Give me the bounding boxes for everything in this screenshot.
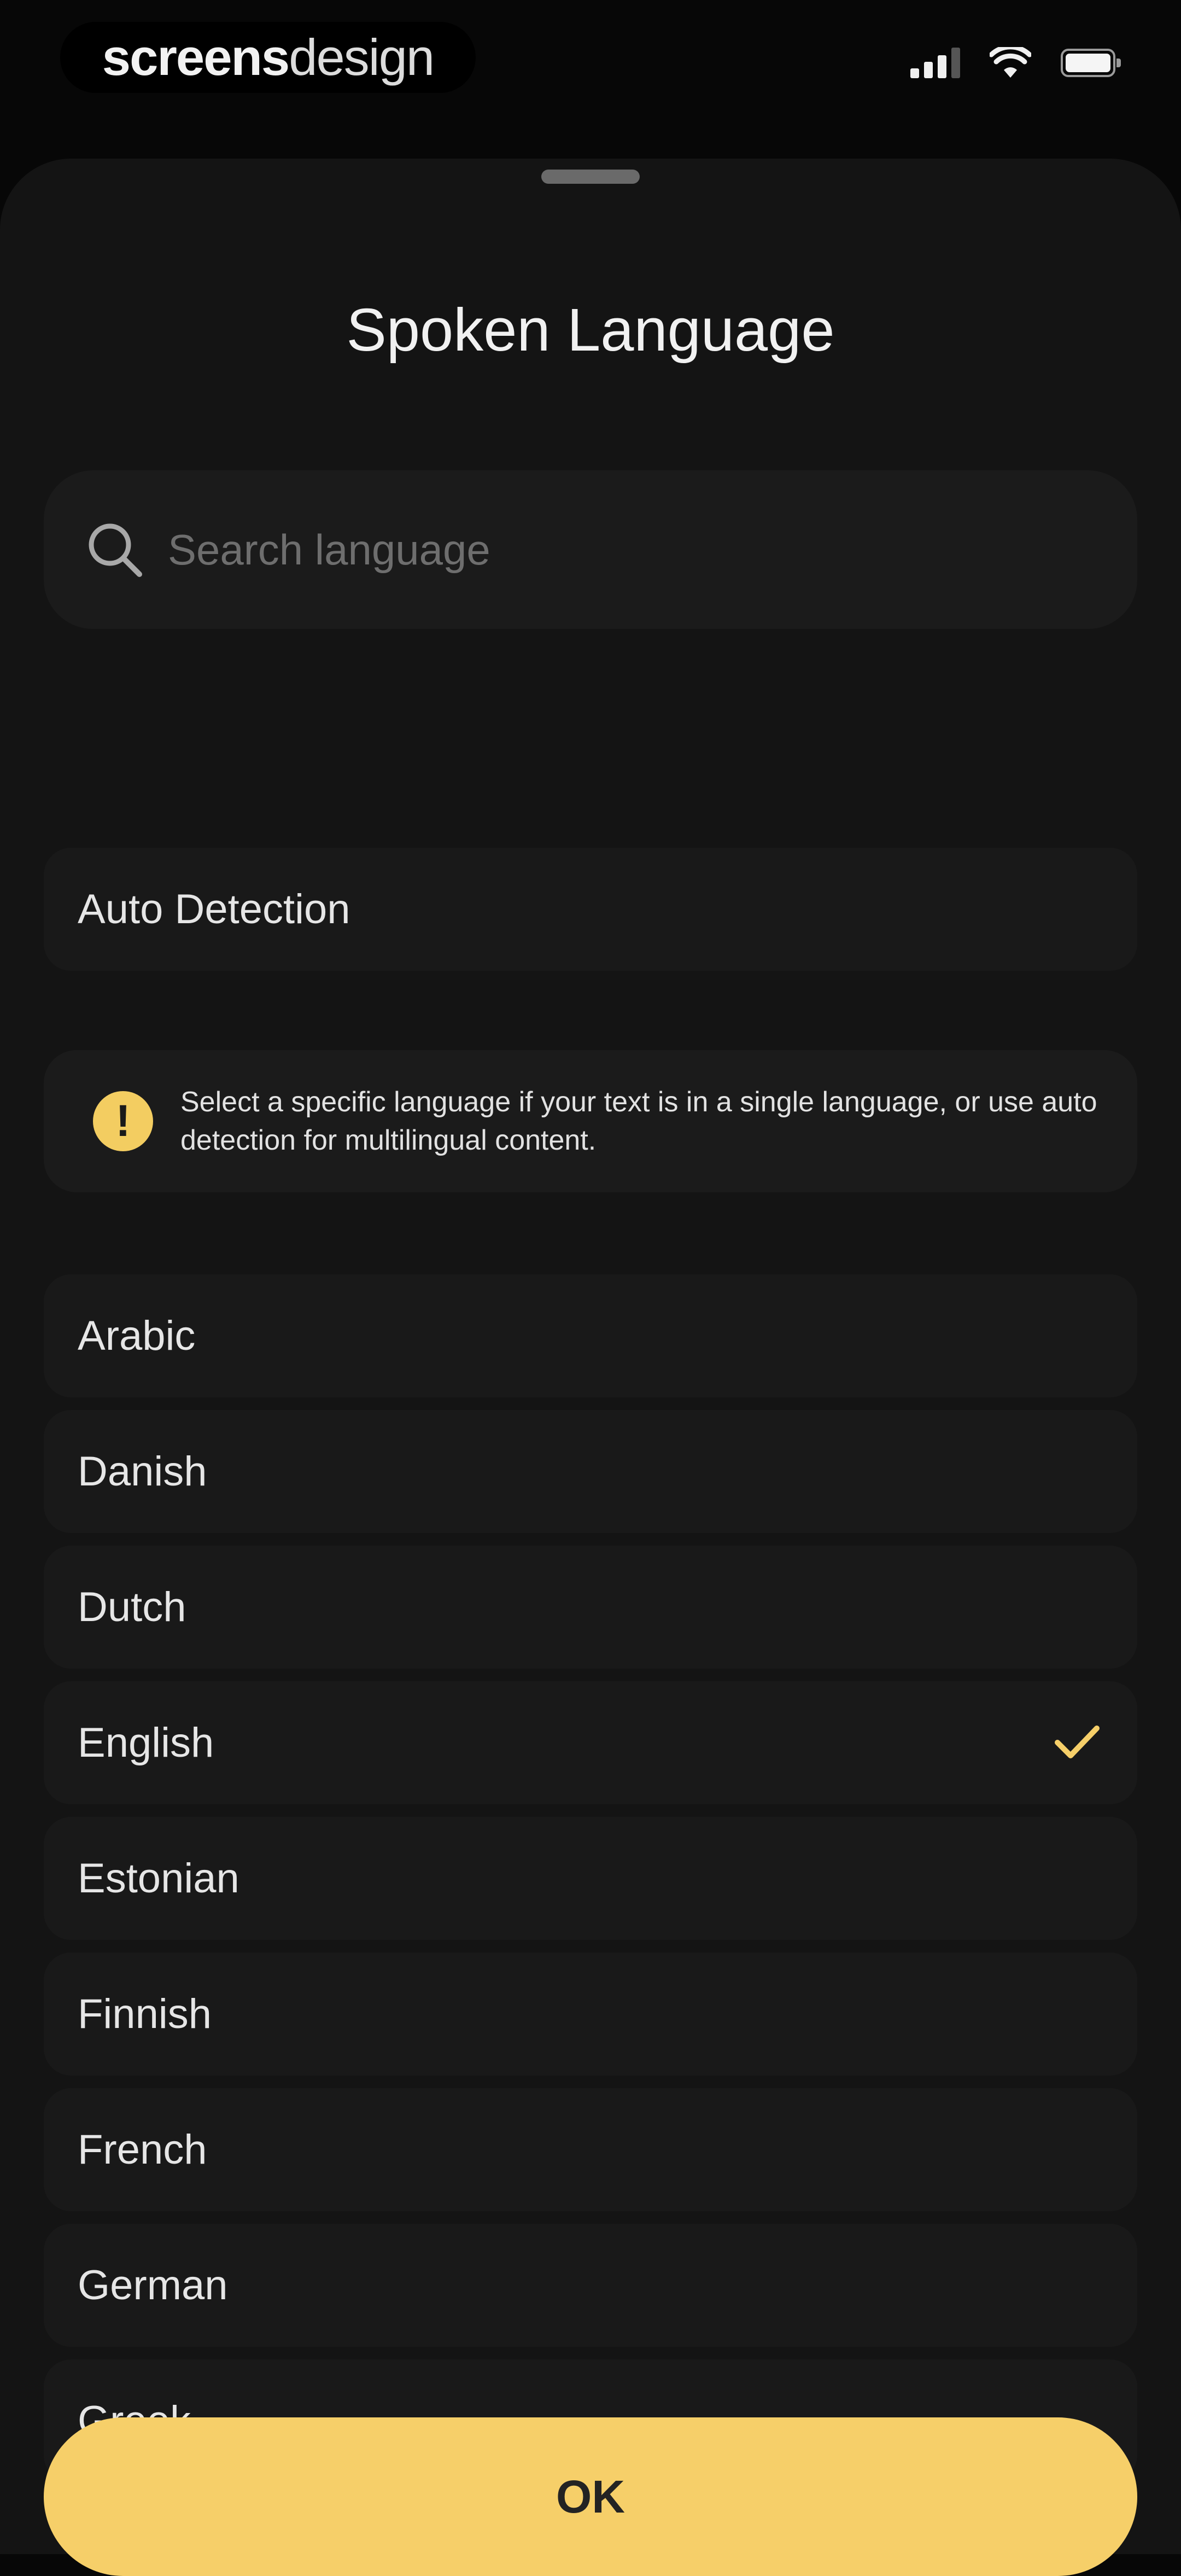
- language-option-label: German: [78, 2262, 228, 2309]
- wifi-icon: [990, 47, 1031, 78]
- brand-logo-light: design: [289, 28, 435, 86]
- language-option-estonian[interactable]: Estonian: [44, 1817, 1137, 1940]
- language-option-label: French: [78, 2126, 207, 2173]
- language-option-label: Dutch: [78, 1584, 186, 1630]
- language-option-french[interactable]: French: [44, 2088, 1137, 2211]
- language-option-danish[interactable]: Danish: [44, 1410, 1137, 1533]
- checkmark-icon: [1055, 1726, 1100, 1758]
- battery-icon: [1061, 49, 1121, 77]
- info-notice: ! Select a specific language if your tex…: [44, 1050, 1137, 1192]
- language-option-arabic[interactable]: Arabic: [44, 1274, 1137, 1397]
- brand-logo-bold: screens: [102, 28, 290, 86]
- search-input[interactable]: [167, 516, 1137, 583]
- info-text: Select a specific language if your text …: [180, 1086, 1097, 1156]
- language-option-dutch[interactable]: Dutch: [44, 1546, 1137, 1669]
- sheet-grabber-handle[interactable]: [541, 170, 640, 184]
- language-option-label: Finnish: [78, 1991, 212, 2037]
- brand-logo: screens design: [60, 22, 476, 93]
- language-option-label: Danish: [78, 1448, 207, 1495]
- sheet-title: Spoken Language: [346, 296, 835, 364]
- language-option-finnish[interactable]: Finnish: [44, 1953, 1137, 2076]
- language-option-english[interactable]: English: [44, 1681, 1137, 1804]
- status-bar: screens design: [0, 0, 1181, 131]
- language-option-label: Arabic: [78, 1313, 196, 1359]
- auto-detection-option[interactable]: Auto Detection: [44, 848, 1137, 971]
- status-icons: [910, 47, 1121, 79]
- auto-detection-label: Auto Detection: [78, 886, 350, 933]
- language-list: Arabic Danish Dutch English Estonian Finnish F…: [44, 1274, 1137, 2495]
- cellular-signal-icon: [910, 48, 960, 78]
- language-option-label: Estonian: [78, 1855, 239, 1902]
- language-sheet: Spoken Language Auto Detection ! Select …: [0, 159, 1181, 2576]
- search-icon: [89, 523, 142, 577]
- search-field[interactable]: [44, 470, 1137, 629]
- language-option-german[interactable]: German: [44, 2224, 1137, 2347]
- info-icon: !: [93, 1091, 153, 1151]
- ok-button[interactable]: OK: [44, 2417, 1137, 2576]
- language-option-label: English: [78, 1720, 214, 1766]
